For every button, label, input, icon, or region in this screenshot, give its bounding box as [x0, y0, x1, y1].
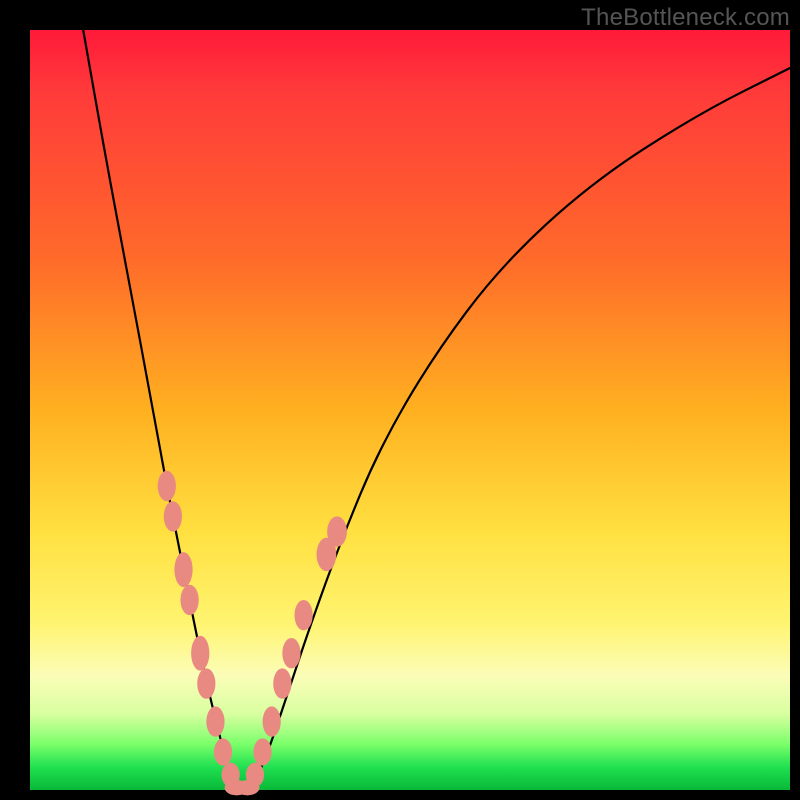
- bead-right-5: [294, 600, 312, 630]
- curve-layer: [83, 30, 790, 790]
- watermark-text: TheBottleneck.com: [581, 4, 790, 32]
- bead-right-7: [327, 516, 347, 546]
- frame: TheBottleneck.com: [0, 0, 800, 800]
- plot-area: [30, 30, 790, 790]
- bead-right-1: [253, 738, 271, 765]
- series-right-curve: [250, 68, 790, 790]
- bead-left-7: [214, 738, 232, 765]
- bead-left-6: [206, 706, 224, 736]
- bead-left-5: [197, 668, 215, 698]
- bead-right-4: [282, 638, 300, 668]
- bead-left-4: [191, 636, 209, 671]
- bead-right-2: [263, 706, 281, 736]
- bead-left-2: [174, 552, 192, 587]
- bead-layer: [158, 471, 347, 796]
- bead-left-3: [180, 585, 198, 615]
- bead-right-3: [273, 668, 291, 698]
- bead-left-1: [164, 501, 182, 531]
- bead-left-0: [158, 471, 176, 501]
- chart-svg: [30, 30, 790, 790]
- bead-right-0: [246, 763, 264, 787]
